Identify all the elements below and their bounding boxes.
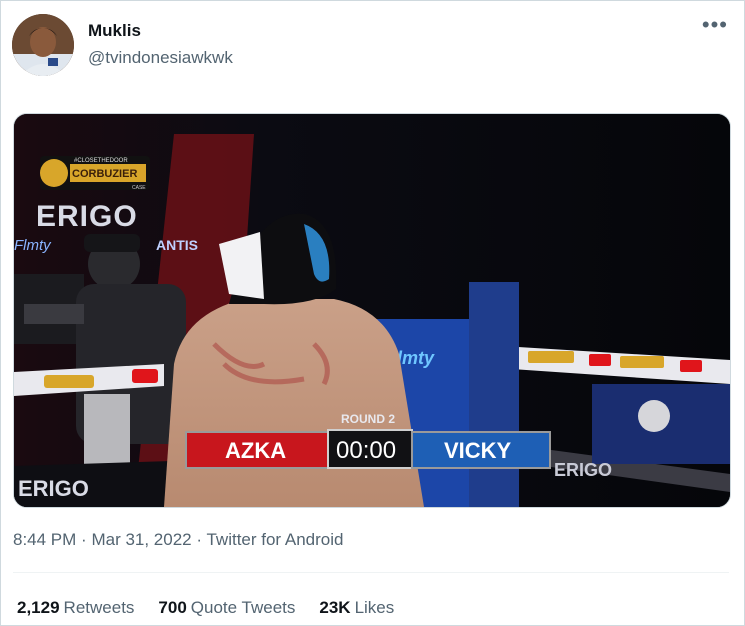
tweet-date[interactable]: Mar 31, 2022 [91, 530, 191, 549]
sponsor-sub: CASE [132, 185, 146, 191]
tweet-meta: 8:44 PM · Mar 31, 2022 · Twitter for And… [13, 530, 343, 550]
retweets-count: 2,129 [17, 598, 60, 617]
banner-erigo-bottom-left: ERIGO [18, 476, 89, 501]
fighter-left-name: AZKA [225, 438, 286, 463]
banner-left-1: Flmty [14, 237, 52, 254]
timer: 00:00 [336, 437, 396, 464]
likes-label: Likes [354, 598, 395, 617]
quote-tweets-label: Quote Tweets [190, 598, 296, 617]
meta-separator: · [196, 530, 203, 549]
sponsor-hashtag: #CLOSETHEDOOR [74, 158, 128, 164]
quote-tweets-count: 700 [158, 598, 187, 617]
likes-stat[interactable]: 23K Likes [319, 598, 394, 618]
quote-tweets-stat[interactable]: 700 Quote Tweets [158, 598, 295, 618]
meta-separator: · [81, 530, 87, 549]
tweet-time[interactable]: 8:44 PM [13, 530, 76, 549]
tweet-stats: 2,129 Retweets 700 Quote Tweets 23K Likes [17, 598, 394, 618]
background-person [638, 400, 670, 432]
author-handle[interactable]: @tvindonesiawkwk [88, 48, 233, 68]
sponsor-brand: CORBUZIER [72, 168, 137, 180]
tweet-header: Muklis @tvindonesiawkwk ••• [12, 14, 732, 76]
likes-count: 23K [319, 598, 351, 617]
retweets-stat[interactable]: 2,129 Retweets [17, 598, 134, 618]
sponsor-badge: #CLOSETHEDOOR CORBUZIER CASE [40, 156, 150, 191]
more-options-icon[interactable]: ••• [702, 14, 728, 36]
round-label: ROUND 2 [341, 412, 395, 426]
tweet-source[interactable]: Twitter for Android [206, 530, 343, 549]
fighter-right-name: VICKY [444, 438, 512, 463]
tweet-media-image[interactable]: #CLOSETHEDOOR CORBUZIER CASE ERIGO Flmty… [13, 113, 731, 508]
avatar[interactable] [12, 14, 74, 76]
divider [13, 572, 729, 573]
author-name[interactable]: Muklis [88, 21, 141, 41]
banner-erigo-top: ERIGO [36, 200, 138, 233]
banner-erigo-bottom-right: ERIGO [554, 460, 612, 480]
retweets-label: Retweets [63, 598, 135, 617]
banner-left-2: ANTIS [156, 237, 198, 253]
